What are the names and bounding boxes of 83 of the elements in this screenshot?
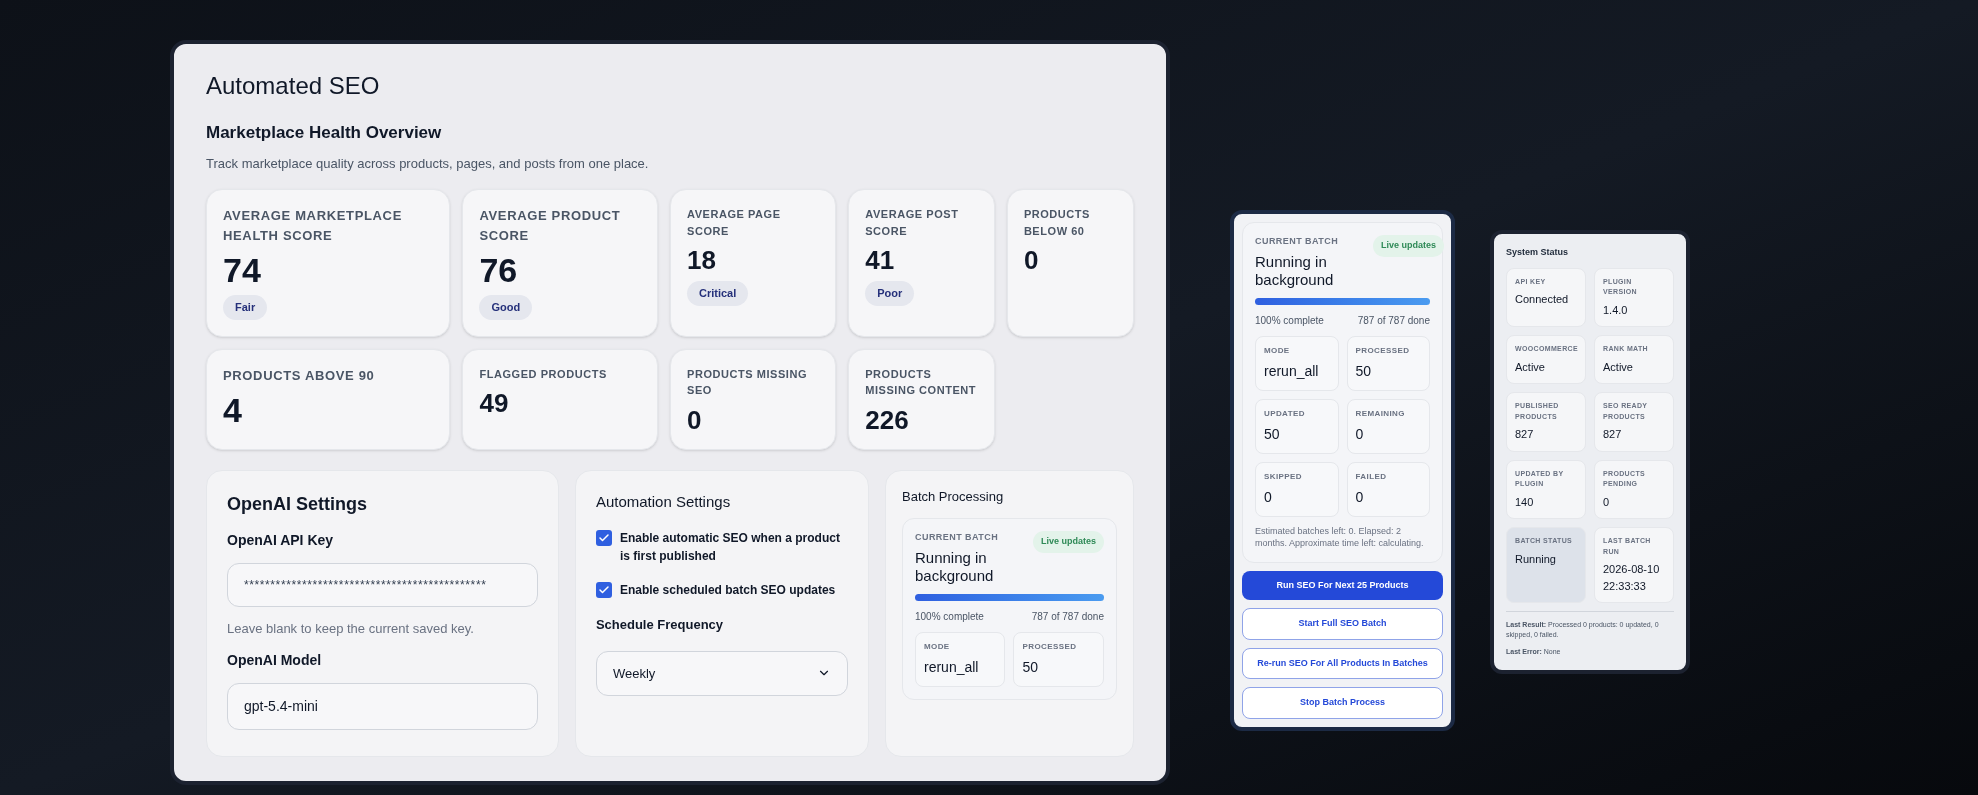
api-key-field[interactable]: ********************************************** xyxy=(227,562,538,607)
stat-value: 18 xyxy=(687,247,717,273)
stat-label: PRODUCTS MISSING CONTENT xyxy=(865,366,978,398)
card-title: OpenAI Settings xyxy=(227,492,368,516)
stat-label: AVERAGE PRODUCT SCORE xyxy=(479,207,622,245)
batch-action-button[interactable]: Run SEO For Next 25 Products xyxy=(1242,570,1443,601)
batch-label: CURRENT BATCH xyxy=(915,531,1000,544)
checkbox-label: Enable automatic SEO when a product is first published xyxy=(619,530,841,565)
field-label: OpenAI API Key xyxy=(227,530,335,550)
batch-status: Running in background xyxy=(915,548,995,586)
batch-action-button[interactable]: Start Full SEO Batch xyxy=(1242,608,1443,640)
card-title: Automation Settings xyxy=(595,491,732,512)
metric-value: rerun_all xyxy=(1264,362,1320,381)
status-value: 2026-08-10 22:33:33 xyxy=(1603,562,1661,594)
metric-label: PROCESSED xyxy=(1355,345,1411,357)
status-value: Running xyxy=(1515,551,1557,567)
check-icon xyxy=(597,532,610,544)
stat-value: 49 xyxy=(479,390,510,416)
section-description: Track marketplace quality across products, pages, and posts from one place. xyxy=(206,154,650,173)
batch-action-button[interactable]: Stop Batch Process xyxy=(1242,687,1443,719)
metric-label: SKIPPED xyxy=(1264,471,1303,483)
percent-complete: 100% complete xyxy=(1255,314,1324,328)
model-field[interactable]: gpt-5.4-mini xyxy=(227,683,538,730)
page-title: Automated SEO xyxy=(206,71,381,101)
score-badge: Fair xyxy=(223,295,268,320)
metric-value: 50 xyxy=(1022,658,1040,677)
stat-value: 4 xyxy=(223,393,243,427)
metric-value: 0 xyxy=(1355,425,1365,444)
check-icon xyxy=(597,584,610,596)
status-value: 0 xyxy=(1603,494,1611,510)
score-badge: Poor xyxy=(865,281,915,306)
live-badge: Live updates xyxy=(1373,235,1444,257)
stat-label: AVERAGE PAGE SCORE xyxy=(687,207,782,239)
metric-label: PROCESSED xyxy=(1022,641,1078,653)
batch-action-button[interactable]: Re-run SEO For All Products In Batches xyxy=(1242,647,1443,680)
stat-label: AVERAGE MARKETPLACE HEALTH SCORE xyxy=(223,207,403,245)
score-badge: Critical xyxy=(687,281,749,306)
field-hint: Leave blank to keep the current saved key. xyxy=(227,619,475,638)
done-count: 787 of 787 done xyxy=(1357,314,1430,328)
score-badge: Good xyxy=(479,295,533,320)
metric-label: FAILED xyxy=(1355,471,1388,483)
stat-label: AVERAGE POST SCORE xyxy=(865,207,960,239)
batch-label: CURRENT BATCH xyxy=(1255,235,1340,248)
stat-value: 74 xyxy=(223,253,262,287)
frequency-select[interactable]: Weekly xyxy=(595,650,848,696)
metric-value: 0 xyxy=(1264,488,1273,507)
stat-label: PRODUCTS MISSING SEO xyxy=(687,366,809,398)
checkbox-label: Enable scheduled batch SEO updates xyxy=(619,582,836,599)
status-value: 827 xyxy=(1603,427,1623,442)
card-title: Batch Processing xyxy=(902,487,1005,506)
status-value: Active xyxy=(1603,359,1634,375)
status-value: 1.4.0 xyxy=(1603,302,1629,318)
status-value: 140 xyxy=(1515,494,1535,510)
done-count: 787 of 787 done xyxy=(1031,610,1104,624)
stat-value: 0 xyxy=(687,406,703,433)
batch-status: Running in background xyxy=(1255,252,1335,290)
stat-label: PRODUCTS ABOVE 90 xyxy=(223,366,376,385)
percent-complete: 100% complete xyxy=(915,610,984,624)
metric-value: 50 xyxy=(1264,425,1281,444)
stat-value: 76 xyxy=(479,253,519,287)
metric-label: UPDATED xyxy=(1264,408,1306,420)
field-label: Schedule Frequency xyxy=(595,616,725,634)
section-title: Marketplace Health Overview xyxy=(206,122,443,144)
stat-value: 0 xyxy=(1023,247,1040,273)
metric-label: MODE xyxy=(924,641,951,653)
stat-value: 226 xyxy=(865,406,910,433)
stat-label: FLAGGED PRODUCTS xyxy=(479,366,608,382)
stat-value: 41 xyxy=(865,247,896,273)
metric-value: 50 xyxy=(1355,362,1373,381)
batch-note: Estimated batches left: 0. Elapsed: 2 months. Approximate time left: calculating. xyxy=(1255,525,1425,550)
status-value: Connected xyxy=(1515,292,1570,307)
field-label: OpenAI Model xyxy=(227,651,323,670)
live-badge: Live updates xyxy=(1033,531,1104,553)
metric-value: rerun_all xyxy=(924,658,980,677)
checkbox[interactable] xyxy=(595,582,612,598)
metric-value: 0 xyxy=(1355,488,1365,507)
metric-label: REMAINING xyxy=(1355,408,1406,420)
panel-title: System Status xyxy=(1506,246,1570,259)
metric-label: MODE xyxy=(1264,345,1291,357)
status-value: 827 xyxy=(1515,427,1535,442)
stat-label: PRODUCTS BELOW 60 xyxy=(1023,207,1091,239)
checkbox[interactable] xyxy=(595,530,612,546)
status-value: Active xyxy=(1515,359,1546,375)
